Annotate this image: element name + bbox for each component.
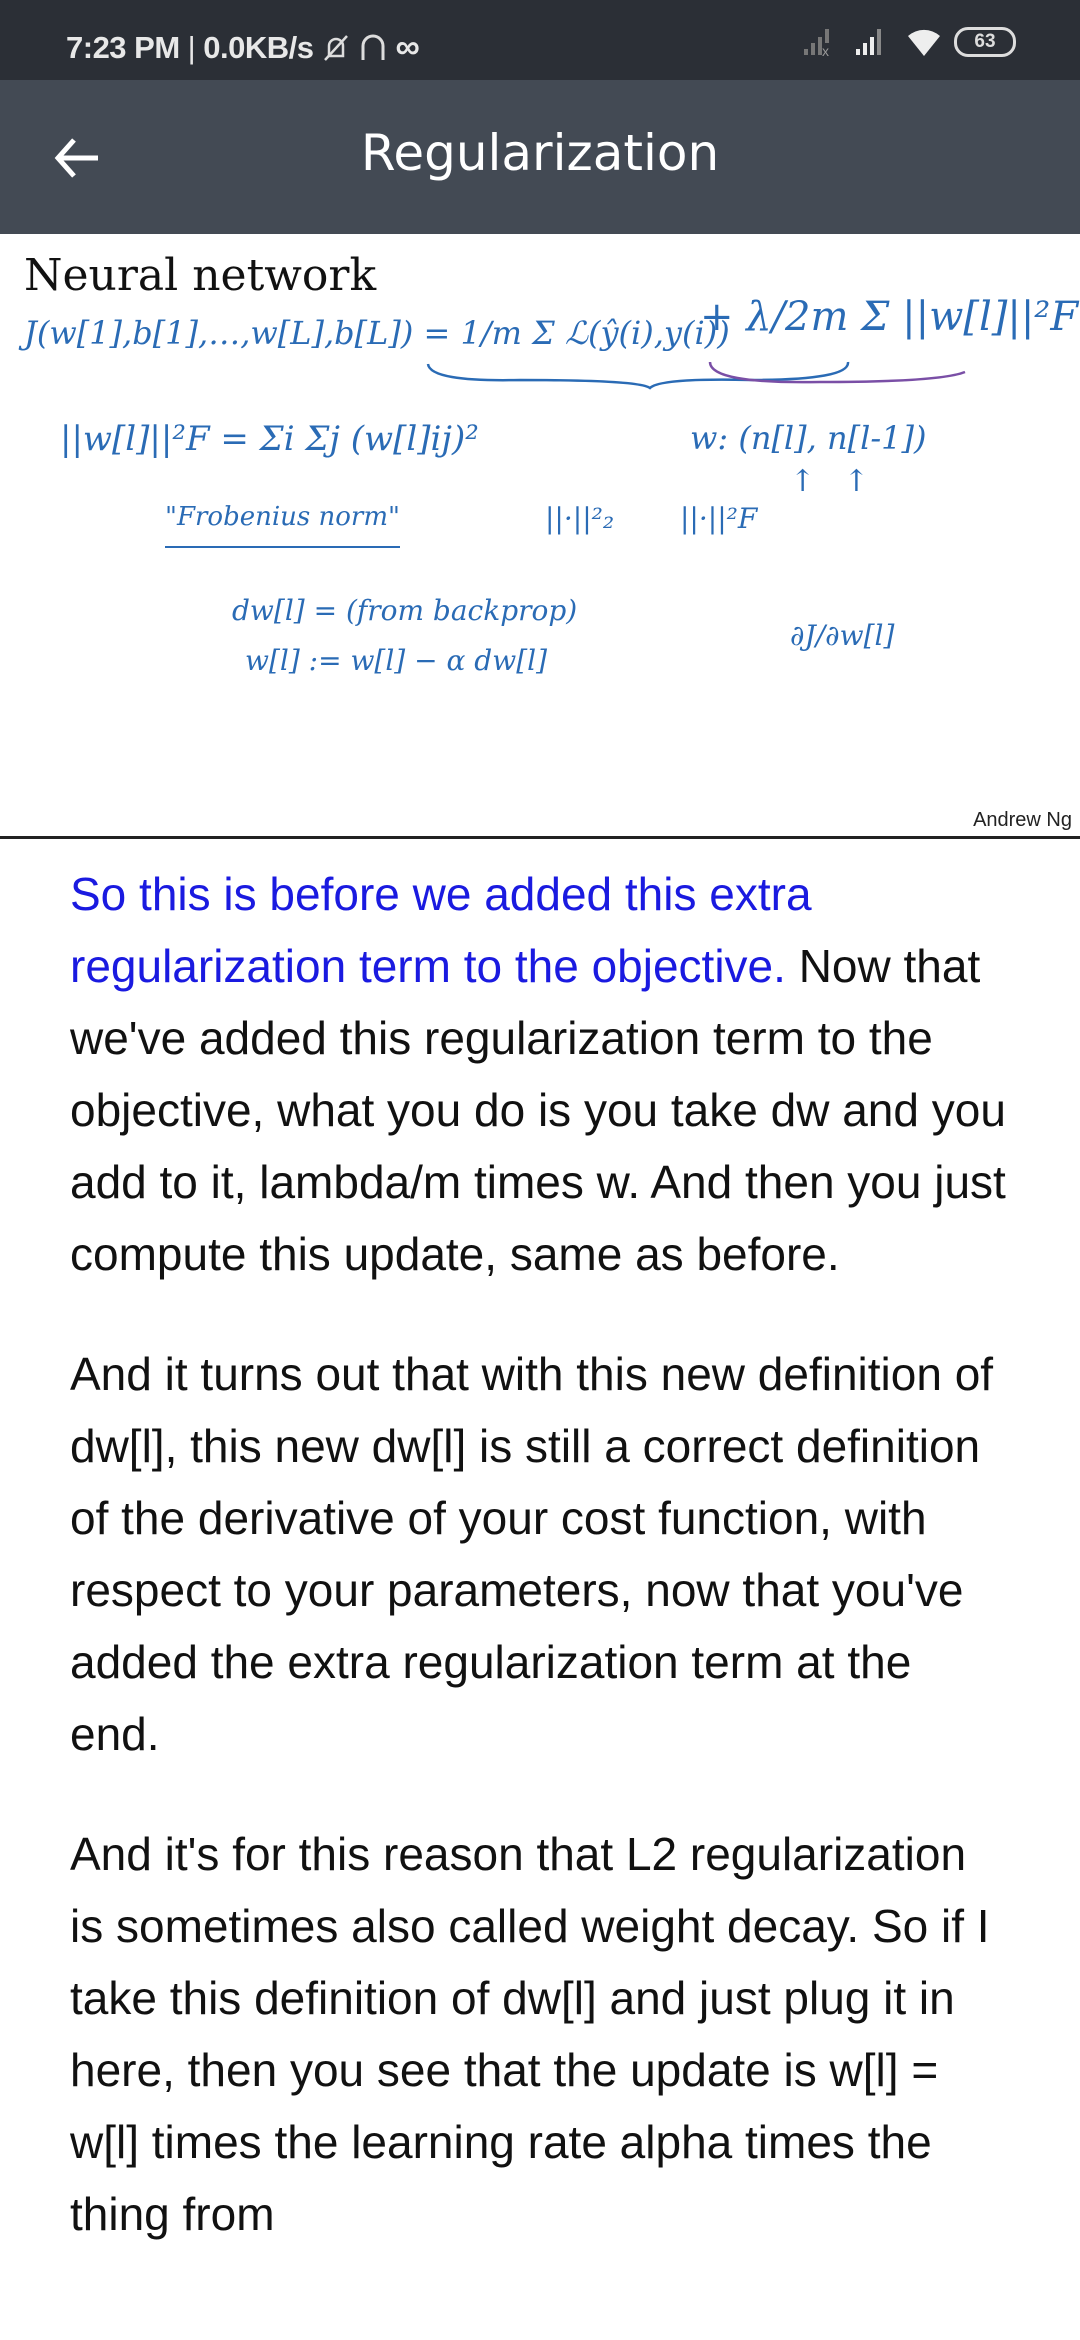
slide-title: Neural network: [24, 250, 377, 301]
underbraces: [426, 361, 966, 390]
transcript: So this is before we added this extra re…: [70, 858, 1010, 2298]
update-rule: w[l] := w[l] − α dw[l]: [245, 644, 547, 677]
mute-bell-icon: [324, 34, 349, 61]
signal-icon: [856, 29, 881, 55]
slide-divider: [0, 836, 1080, 839]
frobenius-equation: ||w[l]||²F = Σi Σj (w[l]ij)²: [60, 419, 479, 459]
app-bar: Regularization: [0, 80, 1080, 234]
svg-text:x: x: [822, 43, 829, 57]
wifi-icon: [908, 29, 940, 56]
headset-icon: [361, 34, 385, 60]
cost-equation: J(w[1],b[1],…,w[L],b[L]) = 1/m Σ ℒ(ŷ(i),…: [24, 314, 730, 352]
slide-credit: Andrew Ng: [973, 809, 1072, 831]
infinity-icon: ∞: [395, 28, 420, 66]
status-separator: |: [187, 29, 196, 65]
battery-level: 63: [974, 31, 996, 52]
frobenius-norm: ||·||²F: [680, 502, 758, 535]
transcript-paragraph[interactable]: So this is before we added this extra re…: [70, 858, 1010, 1290]
highlighted-sentence[interactable]: So this is before we added this extra re…: [70, 868, 812, 992]
signal-none-icon: x: [804, 29, 829, 57]
transcript-paragraph[interactable]: And it's for this reason that L2 regular…: [70, 1818, 1010, 2250]
transcript-paragraph[interactable]: And it turns out that with this new defi…: [70, 1338, 1010, 1770]
reg-term: + λ/2m Σ ||w[l]||²F: [700, 294, 1079, 340]
status-time: 7:23 PM: [66, 29, 180, 65]
lecture-slide[interactable]: Neural network J(w[1],b[1],…,w[L],b[L]) …: [0, 234, 1080, 836]
status-bar: 7:23 PM | 0.0KB/s ∞ x 63: [0, 0, 1080, 80]
partial-derivative: ∂J/∂w[l]: [790, 619, 895, 652]
frobenius-label: "Frobenius norm": [165, 502, 400, 548]
page-title: Regularization: [360, 124, 720, 182]
dw-backprop: dw[l] = (from backprop): [232, 594, 578, 627]
battery-icon: 63: [954, 27, 1016, 57]
l2-norm: ||·||²₂: [545, 502, 615, 535]
shape-arrows: ↑ ↑: [790, 464, 869, 499]
net-speed: 0.0KB/s: [203, 29, 314, 65]
weight-shape: w: (n[l], n[l-1]): [690, 419, 927, 457]
